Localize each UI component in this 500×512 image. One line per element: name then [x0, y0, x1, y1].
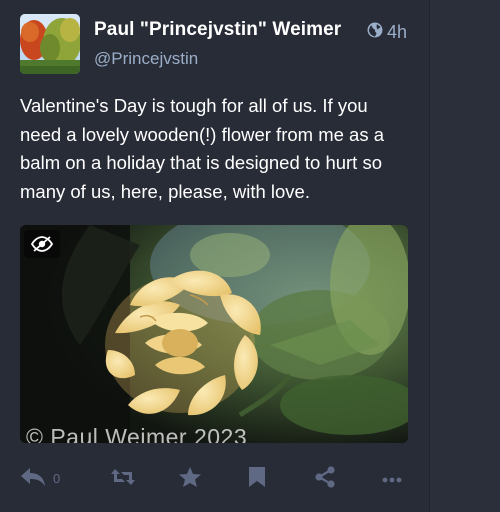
boost-button[interactable]: [110, 462, 136, 494]
eye-slash-icon: [31, 236, 53, 252]
timestamp[interactable]: 4h: [387, 22, 407, 43]
favourite-icon: [178, 466, 202, 491]
share-button[interactable]: [314, 462, 336, 494]
status-card: Paul "Princejvstin" Weimer @Princejvstin…: [0, 0, 429, 512]
action-bar: 0: [20, 462, 410, 494]
share-icon: [314, 465, 336, 491]
reply-button[interactable]: 0: [20, 462, 60, 494]
bookmark-button[interactable]: [248, 462, 266, 494]
reply-count: 0: [53, 470, 61, 486]
account-handle[interactable]: @Princejvstin: [94, 49, 198, 69]
globe-icon: [367, 22, 383, 43]
status-content: Valentine's Day is tough for all of us. …: [20, 95, 385, 202]
more-icon: [382, 471, 402, 486]
image-watermark: © Paul Weimer 2023: [26, 424, 248, 443]
status-meta: 4h: [367, 22, 407, 43]
avatar[interactable]: [20, 14, 80, 74]
display-name[interactable]: Paul "Princejvstin" Weimer: [94, 19, 341, 41]
hide-media-button[interactable]: [24, 230, 60, 258]
boost-icon: [110, 467, 136, 490]
right-column: [430, 0, 500, 512]
reply-icon: [20, 467, 46, 490]
more-button[interactable]: [382, 462, 402, 494]
favourite-button[interactable]: [178, 462, 202, 494]
bookmark-icon: [248, 466, 266, 491]
media-image[interactable]: © Paul Weimer 2023: [20, 225, 408, 443]
